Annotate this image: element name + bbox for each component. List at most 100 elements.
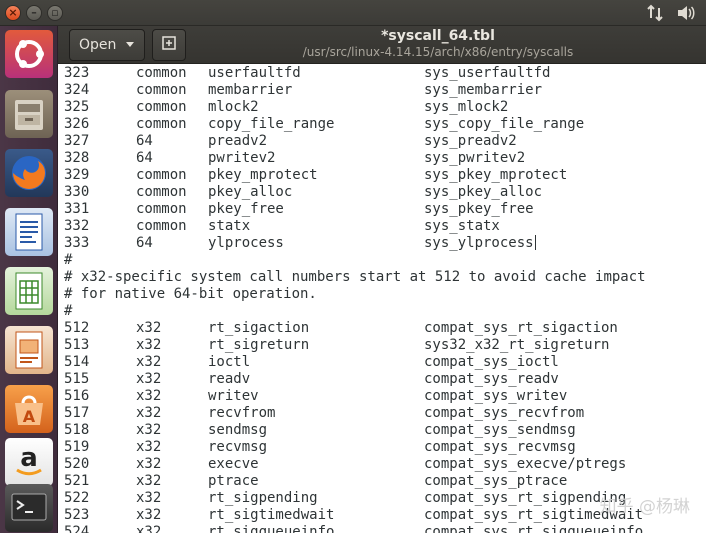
syscall-entry-point: compat_sys_rt_sigqueueinfo	[424, 524, 644, 533]
syscall-entry-point: compat_sys_writev	[424, 388, 568, 404]
volume-icon[interactable]	[676, 4, 696, 22]
svg-text:a: a	[20, 443, 38, 473]
syscall-entry-point: sys_statx	[424, 218, 500, 234]
syscall-abi: common	[136, 184, 187, 200]
close-icon[interactable]: ×	[5, 5, 21, 21]
syscall-entry-point: sys_copy_file_range	[424, 116, 585, 132]
syscall-entry-point: compat_sys_recvmsg	[424, 439, 576, 455]
syscall-number: 518	[64, 422, 90, 438]
syscall-abi: common	[136, 201, 187, 217]
syscall-entry-point: compat_sys_recvfrom	[424, 405, 585, 421]
software-center-icon[interactable]: A	[5, 385, 53, 433]
syscall-abi: x32	[136, 371, 162, 387]
syscall-entry-point: sys_pkey_free	[424, 201, 534, 217]
ubuntu-dash-icon[interactable]	[5, 30, 53, 78]
syscall-entry-point: compat_sys_ptrace	[424, 473, 568, 489]
syscall-number: 328	[64, 150, 90, 166]
new-tab-button[interactable]	[152, 29, 186, 61]
syscall-entry-point: sys32_x32_rt_sigreturn	[424, 337, 610, 353]
comment-text: #	[64, 303, 73, 319]
syscall-abi: common	[136, 65, 187, 81]
writer-icon[interactable]	[5, 208, 53, 256]
comment-text: # for native 64-bit operation.	[64, 286, 317, 302]
files-icon[interactable]	[5, 90, 53, 138]
window-title: *syscall_64.tbl	[381, 28, 495, 44]
syscall-name: pkey_mprotect	[208, 167, 318, 183]
syscall-entry-point: compat_sys_readv	[424, 371, 559, 387]
calc-icon[interactable]	[5, 267, 53, 315]
system-tray	[646, 4, 696, 22]
syscall-entry-point: sys_pwritev2	[424, 150, 526, 166]
syscall-entry-point: sys_pkey_alloc	[424, 184, 543, 200]
window-controls: × – ▫	[5, 5, 63, 21]
syscall-entry-point: compat_sys_execve/ptregs	[424, 456, 627, 472]
syscall-name: preadv2	[208, 133, 268, 149]
syscall-abi: x32	[136, 337, 162, 353]
syscall-abi: x32	[136, 473, 162, 489]
launcher: A a	[0, 26, 58, 533]
syscall-name: rt_sigqueueinfo	[208, 524, 335, 533]
syscall-number: 333	[64, 235, 90, 251]
syscall-number: 324	[64, 82, 90, 98]
syscall-number: 331	[64, 201, 90, 217]
syscall-abi: x32	[136, 524, 162, 533]
syscall-number: 327	[64, 133, 90, 149]
syscall-number: 329	[64, 167, 90, 183]
minimize-icon[interactable]: –	[26, 5, 42, 21]
syscall-name: rt_sigtimedwait	[208, 507, 335, 523]
syscall-entry-point: compat_sys_ioctl	[424, 354, 559, 370]
syscall-entry-point: sys_pkey_mprotect	[424, 167, 568, 183]
syscall-number: 330	[64, 184, 90, 200]
syscall-entry-point: compat_sys_rt_sigaction	[424, 320, 618, 336]
syscall-number: 323	[64, 65, 90, 81]
syscall-entry-point: sys_membarrier	[424, 82, 543, 98]
syscall-name: userfaultfd	[208, 65, 301, 81]
syscall-name: statx	[208, 218, 251, 234]
syscall-abi: x32	[136, 490, 162, 506]
title-block: *syscall_64.tbl /usr/src/linux-4.14.15/a…	[288, 28, 588, 60]
syscall-name: membarrier	[208, 82, 293, 98]
syscall-abi: 64	[136, 133, 153, 149]
syscall-abi: x32	[136, 354, 162, 370]
network-arrows-icon[interactable]	[646, 4, 664, 22]
comment-text: #	[64, 252, 73, 268]
impress-icon[interactable]	[5, 326, 53, 374]
syscall-number: 520	[64, 456, 90, 472]
syscall-name: rt_sigpending	[208, 490, 318, 506]
syscall-abi: common	[136, 116, 187, 132]
syscall-abi: x32	[136, 439, 162, 455]
syscall-name: recvmsg	[208, 439, 268, 455]
firefox-icon[interactable]	[5, 149, 53, 197]
syscall-name: pwritev2	[208, 150, 276, 166]
syscall-abi: common	[136, 82, 187, 98]
syscall-number: 524	[64, 524, 90, 533]
comment-text: # x32-specific system call numbers start…	[64, 269, 646, 285]
terminal-icon[interactable]	[5, 484, 53, 532]
syscall-number: 332	[64, 218, 90, 234]
syscall-name: ylprocess	[208, 235, 284, 251]
open-button-label: Open	[79, 37, 117, 53]
syscall-entry-point: sys_ylprocess	[424, 235, 534, 251]
syscall-abi: 64	[136, 150, 153, 166]
chevron-down-icon	[125, 37, 135, 53]
syscall-entry-point: compat_sys_sendmsg	[424, 422, 576, 438]
syscall-number: 325	[64, 99, 90, 115]
syscall-number: 512	[64, 320, 90, 336]
syscall-name: writev	[208, 388, 259, 404]
syscall-number: 516	[64, 388, 90, 404]
syscall-number: 513	[64, 337, 90, 353]
open-button[interactable]: Open	[69, 29, 145, 61]
syscall-number: 522	[64, 490, 90, 506]
syscall-name: recvfrom	[208, 405, 276, 421]
syscall-number: 519	[64, 439, 90, 455]
syscall-name: sendmsg	[208, 422, 268, 438]
syscall-name: pkey_alloc	[208, 184, 293, 200]
text-editor[interactable]: 323 common userfaultfd sys_userfaultfd 324 co…	[58, 64, 706, 533]
syscall-abi: common	[136, 167, 187, 183]
maximize-icon[interactable]: ▫	[47, 5, 63, 21]
amazon-icon[interactable]: a	[5, 438, 53, 486]
syscall-abi: x32	[136, 456, 162, 472]
syscall-name: mlock2	[208, 99, 259, 115]
syscall-entry-point: sys_mlock2	[424, 99, 509, 115]
new-document-icon	[161, 35, 177, 55]
